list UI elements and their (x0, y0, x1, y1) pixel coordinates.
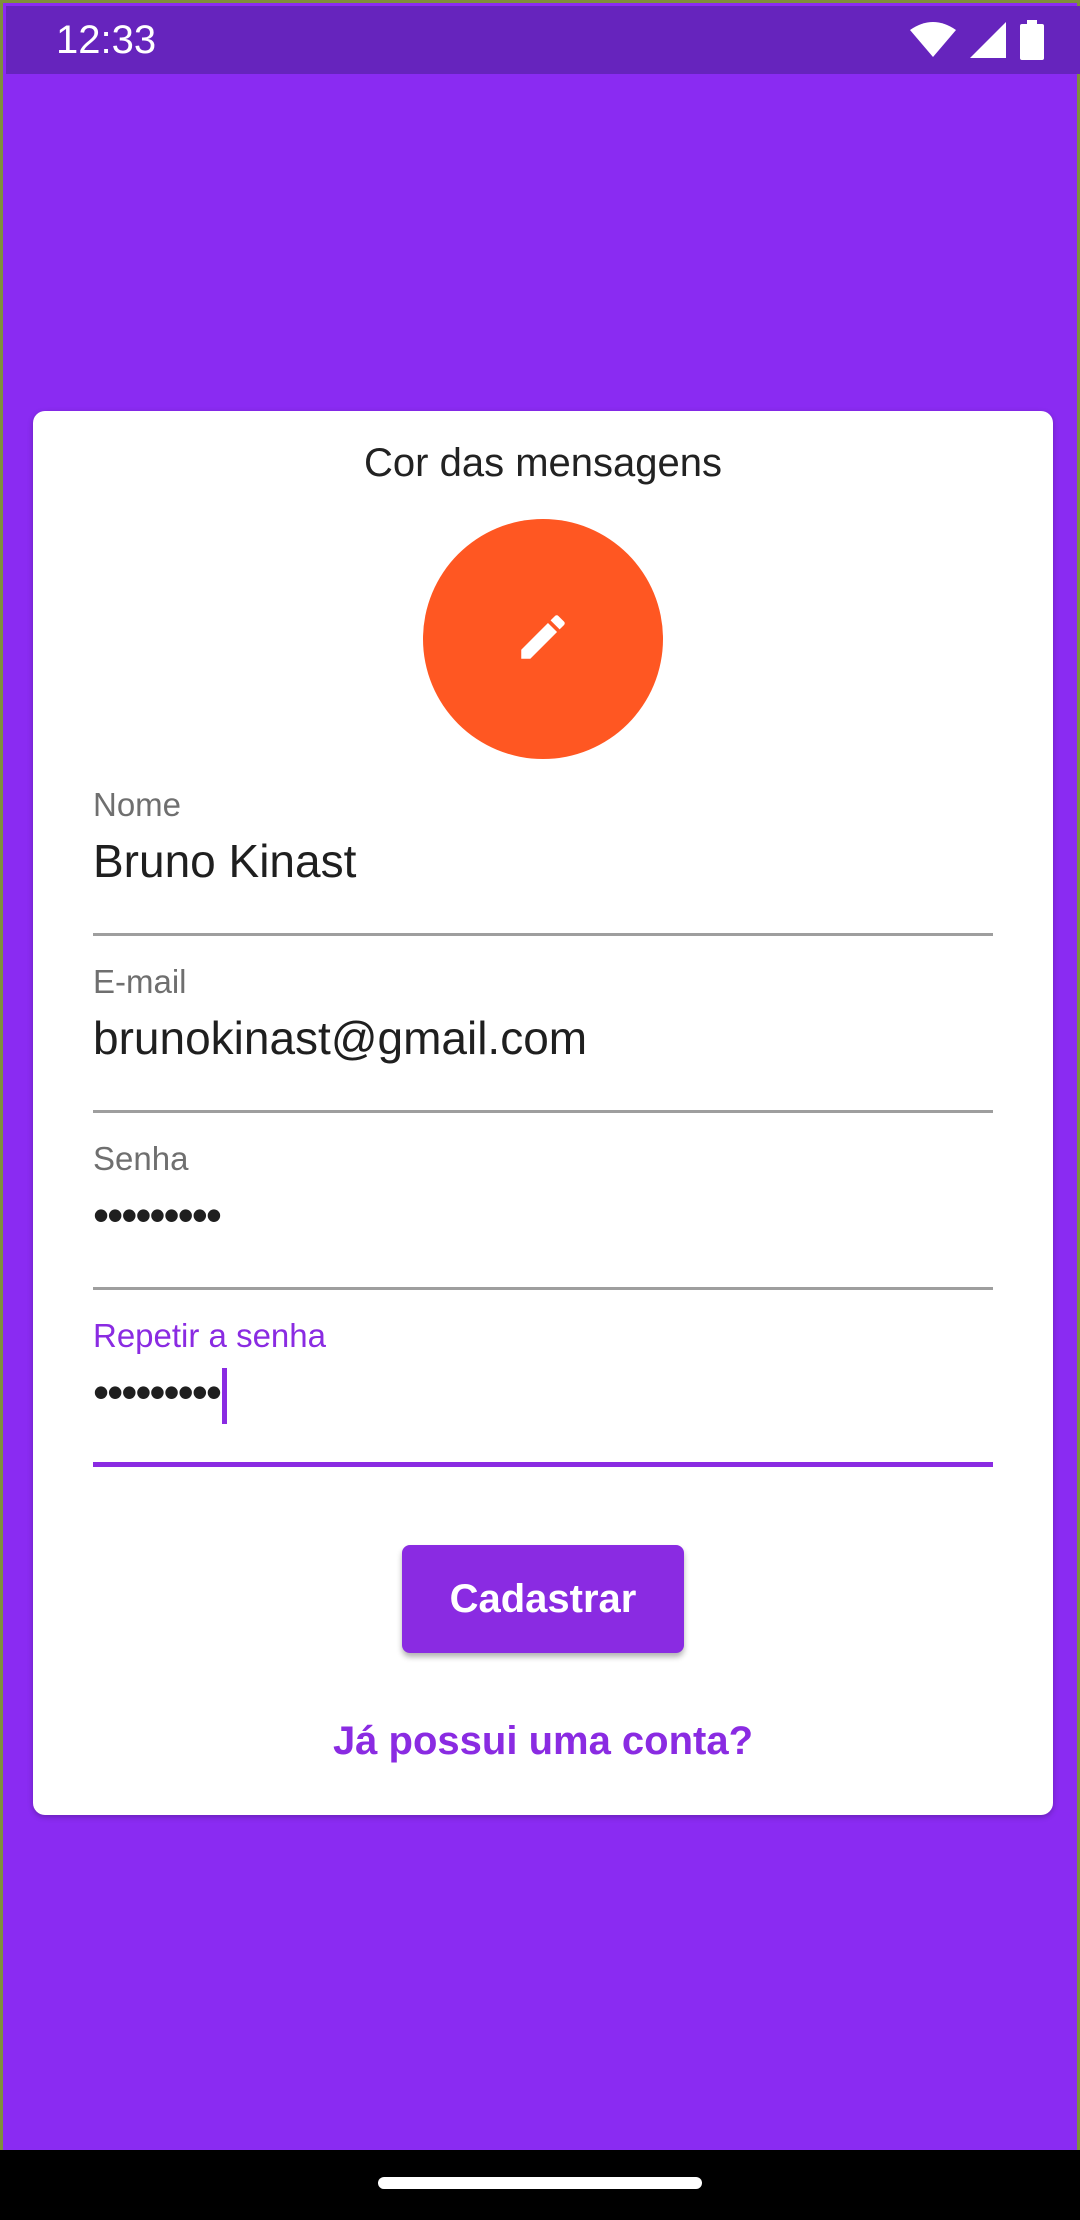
status-icons (910, 20, 1044, 60)
message-color-picker-button[interactable] (423, 519, 663, 759)
text-cursor (221, 1367, 227, 1424)
email-label: E-mail (93, 963, 187, 1000)
repeat-password-input-wrap[interactable]: ••••••••• (93, 1365, 227, 1424)
password-field[interactable]: Senha ••••••••• (93, 1140, 993, 1290)
wifi-icon (910, 22, 956, 58)
app-screen: 12:33 Cor das mensagens Nome Bruno Kinas… (0, 0, 1080, 2150)
cellular-signal-icon (970, 22, 1006, 58)
repeat-password-underline (93, 1462, 993, 1467)
repeat-password-field[interactable]: Repetir a senha ••••••••• (93, 1317, 993, 1467)
repeat-password-label: Repetir a senha (93, 1317, 326, 1354)
password-label: Senha (93, 1140, 189, 1177)
battery-icon (1020, 20, 1044, 60)
name-field[interactable]: Nome Bruno Kinast (93, 786, 993, 936)
email-input[interactable]: brunokinast@gmail.com (93, 1011, 587, 1065)
color-section-title: Cor das mensagens (364, 441, 722, 485)
already-have-account-link[interactable]: Já possui uma conta? (33, 1719, 1053, 1764)
home-indicator[interactable] (378, 2177, 702, 2189)
name-input[interactable]: Bruno Kinast (93, 834, 356, 888)
status-time: 12:33 (56, 18, 157, 62)
email-underline (93, 1110, 993, 1113)
name-underline (93, 933, 993, 936)
repeat-password-input[interactable]: ••••••••• (93, 1366, 222, 1418)
pencil-icon (514, 608, 572, 671)
status-bar: 12:33 (6, 6, 1080, 74)
password-input[interactable]: ••••••••• (93, 1188, 222, 1242)
password-underline (93, 1287, 993, 1290)
name-label: Nome (93, 786, 182, 823)
register-card: Cor das mensagens Nome Bruno Kinast E-ma… (33, 411, 1053, 1815)
email-field[interactable]: E-mail brunokinast@gmail.com (93, 963, 993, 1113)
register-button[interactable]: Cadastrar (402, 1545, 684, 1653)
